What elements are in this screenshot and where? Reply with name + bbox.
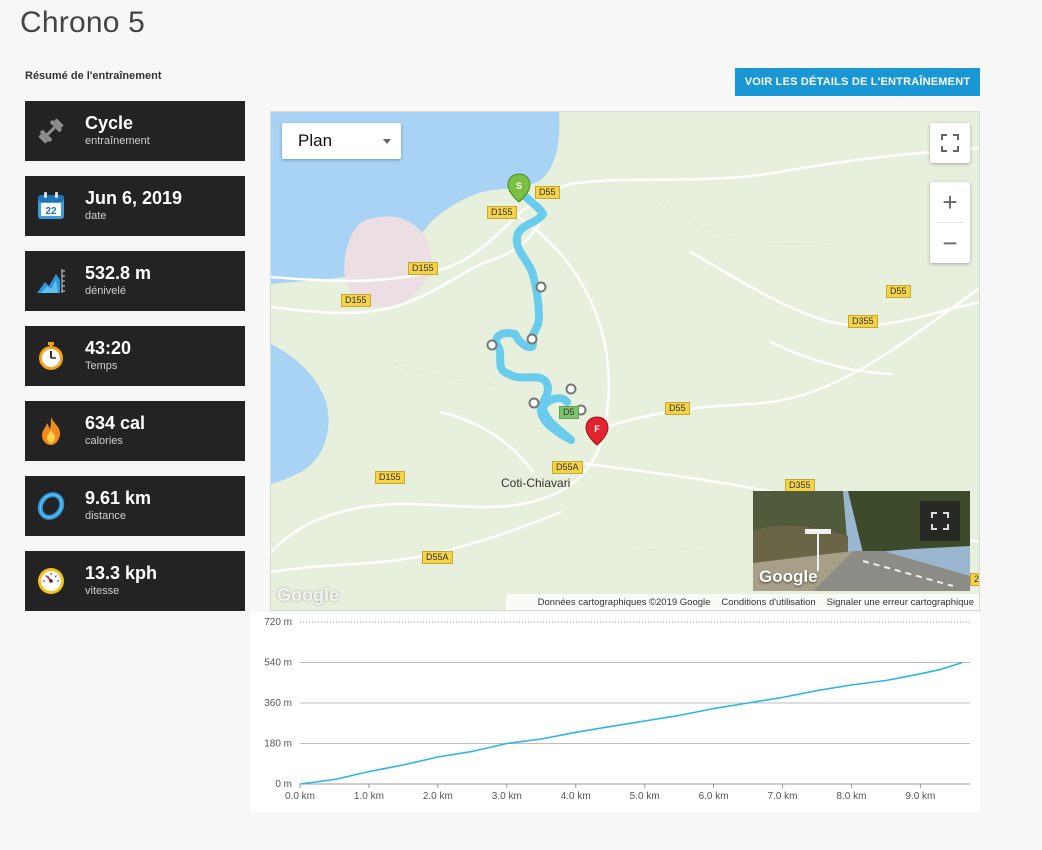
chevron-down-icon — [383, 139, 391, 144]
stat-label: entraînement — [85, 135, 150, 147]
stat-value: Jun 6, 2019 — [85, 188, 183, 208]
zoom-in-button[interactable]: + — [930, 182, 970, 222]
stat-label: dénivelé — [85, 285, 126, 297]
road-label: D155 — [341, 294, 371, 307]
map-attribution: Données cartographiques ©2019 Google Con… — [506, 594, 979, 610]
y-tick-label: 540 m — [264, 658, 292, 669]
finish-marker-label: F — [594, 424, 600, 434]
stat-value: 634 cal — [85, 413, 146, 433]
road-label: D355 — [848, 315, 878, 328]
page-title: Chrono 5 — [20, 6, 146, 39]
stopwatch-icon — [39, 342, 63, 370]
y-tick-label: 180 m — [264, 739, 292, 750]
stat-label: Temps — [85, 360, 118, 372]
speedometer-icon — [38, 568, 64, 594]
road-label: D5 — [559, 406, 579, 419]
stat-card-speed: 13.3 kph vitesse — [25, 551, 245, 611]
stat-value: 9.61 km — [85, 488, 152, 508]
flame-icon — [42, 417, 61, 445]
road-label: D155 — [487, 206, 517, 219]
terms-of-use-link[interactable]: Conditions d'utilisation — [721, 597, 815, 608]
stat-card-date: 22 Jun 6, 2019 date — [25, 176, 245, 236]
distance-ring-icon — [37, 492, 65, 520]
x-tick-label: 6.0 km — [699, 791, 729, 802]
road-label: D55 — [886, 285, 911, 298]
stat-value: Cycle — [85, 113, 134, 133]
stat-card-distance: 9.61 km distance — [25, 476, 245, 536]
fullscreen-icon — [941, 134, 959, 152]
map-data-credit: Données cartographiques ©2019 Google — [537, 596, 711, 608]
street-view-fullscreen-button[interactable] — [920, 501, 960, 541]
x-tick-label: 3.0 km — [492, 791, 522, 802]
dumbbell-icon — [38, 118, 64, 144]
town-label: Coti-Chiavari — [501, 476, 571, 490]
stat-value: 13.3 kph — [85, 563, 158, 583]
stat-value: 532.8 m — [85, 263, 152, 283]
elevation-chart: 0 m 180 m 360 m 540 m 720 m 0.0 km 1.0 km 2.0 k… — [250, 612, 980, 812]
x-tick-label: 4.0 km — [561, 791, 591, 802]
y-tick-label: 360 m — [264, 698, 292, 709]
route-map[interactable]: S F D55 D155 D155 D155 D55 D355 D55 D55A… — [270, 111, 980, 611]
calendar-badge: 22 — [45, 206, 57, 217]
elevation-chart-svg: 0 m 180 m 360 m 540 m 720 m 0.0 km 1.0 km 2.0 k… — [264, 617, 970, 802]
calendar-icon: 22 — [38, 192, 64, 219]
stat-card-time: 43:20 Temps — [25, 326, 245, 386]
road-label: D55 — [535, 186, 560, 199]
stat-card-elevation: 532.8 m dénivelé — [25, 251, 245, 311]
stat-card-activity: Cycle entraînement — [25, 101, 245, 161]
summary-heading: Résumé de l'entraînement — [25, 70, 162, 82]
report-map-error-link[interactable]: Signaler une erreur cartographique — [827, 597, 974, 608]
stat-label: vitesse — [85, 585, 120, 597]
stat-label: calories — [85, 435, 123, 447]
street-view-thumbnail[interactable]: Google — [753, 491, 970, 591]
elevation-icon — [37, 269, 65, 293]
view-details-button[interactable]: VOIR LES DÉTAILS DE L'ENTRAÎNEMENT — [735, 68, 980, 96]
fullscreen-icon — [931, 512, 949, 530]
road-label: D155 — [408, 262, 438, 275]
x-tick-label: 9.0 km — [905, 791, 935, 802]
map-fullscreen-button[interactable] — [930, 123, 970, 163]
road-label: 2 — [970, 573, 979, 586]
zoom-out-button[interactable]: − — [930, 223, 970, 263]
road-label: D55A — [422, 551, 453, 564]
x-tick-label: 5.0 km — [630, 791, 660, 802]
x-tick-label: 1.0 km — [354, 791, 384, 802]
x-tick-label: 2.0 km — [423, 791, 453, 802]
road-label: D55A — [552, 461, 583, 474]
map-type-value: Plan — [298, 131, 333, 150]
y-tick-label: 720 m — [264, 617, 292, 628]
start-marker-label: S — [516, 181, 522, 191]
x-tick-label: 0.0 km — [285, 791, 315, 802]
x-tick-label: 8.0 km — [836, 791, 866, 802]
google-logo: Google — [759, 567, 818, 586]
stat-card-calories: 634 cal calories — [25, 401, 245, 461]
y-tick-label: 0 m — [275, 779, 292, 790]
road-label: D55 — [665, 402, 690, 415]
stat-label: distance — [85, 510, 126, 522]
elevation-series-line — [299, 661, 963, 785]
stat-value: 43:20 — [85, 338, 132, 358]
zoom-control: + − — [930, 182, 970, 263]
stat-label: date — [85, 210, 107, 222]
road-label: D155 — [375, 471, 405, 484]
google-logo[interactable]: Google — [277, 585, 339, 606]
map-type-select[interactable]: Plan — [282, 123, 401, 159]
x-tick-label: 7.0 km — [768, 791, 798, 802]
